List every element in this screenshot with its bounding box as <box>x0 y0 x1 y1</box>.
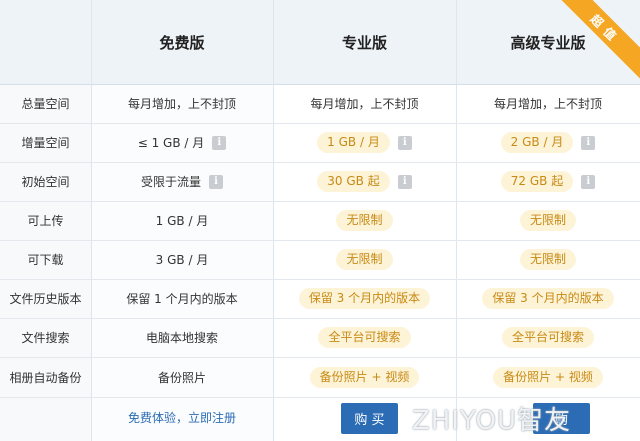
info-icon[interactable]: i <box>581 174 596 189</box>
watermark: ZHIYOU智友 <box>412 406 571 436</box>
row-label: 相册自动备份 <box>9 370 82 385</box>
premium-cell: 备份照片 + 视频 <box>456 357 640 397</box>
pro-cell: 保留 3 个月内的版本 <box>273 279 456 318</box>
free-cell: 电脑本地搜索 <box>91 318 273 357</box>
highlight-pill: 备份照片 + 视频 <box>493 366 603 388</box>
premium-cell: 保留 3 个月内的版本 <box>456 279 640 318</box>
highlight-pill: 30 GB 起 <box>317 171 390 192</box>
row-label: 增量空间 <box>21 136 70 150</box>
free-cell: 保留 1 个月内的版本 <box>91 279 273 318</box>
premium-cell: 无限制 <box>456 201 640 240</box>
cell-value: 1 GB / 月 <box>155 214 209 228</box>
info-icon[interactable]: i <box>397 135 412 150</box>
highlight-pill: 保留 3 个月内的版本 <box>298 288 431 309</box>
value-badge: 超值 <box>556 0 640 80</box>
premium-cell: 72 GB 起 i <box>456 162 640 201</box>
pro-cell: 1 GB / 月 i <box>273 123 456 162</box>
row-label: 初始空间 <box>21 175 70 189</box>
highlight-pill: 保留 3 个月内的版本 <box>482 288 614 309</box>
cell-value: 每月增加，上不封顶 <box>493 97 602 111</box>
highlight-pill: 1 GB / 月 <box>317 132 390 153</box>
cell-value: 每月增加，上不封顶 <box>127 97 236 111</box>
highlight-pill: 备份照片 + 视频 <box>309 366 420 388</box>
cell-value: 3 GB / 月 <box>155 253 209 267</box>
cell-value: 受限于流量 <box>140 175 201 189</box>
pro-buy-button[interactable]: 购 买 <box>341 403 398 434</box>
plan-header-pro: 专业版 <box>341 33 387 52</box>
free-cell: 备份照片 <box>91 357 273 397</box>
pro-cell: 每月增加，上不封顶 <box>273 84 456 123</box>
plan-header-free: 免费版 <box>159 33 205 52</box>
row-label: 可上传 <box>27 214 64 228</box>
highlight-pill: 72 GB 起 <box>500 171 574 192</box>
premium-cell: 全平台可搜索 <box>456 318 640 357</box>
highlight-pill: 无限制 <box>336 210 393 231</box>
pro-cell: 30 GB 起 i <box>273 162 456 201</box>
free-cell: 受限于流量 i <box>91 162 273 201</box>
free-cell: 1 GB / 月 <box>91 201 273 240</box>
row-label: 文件搜索 <box>21 331 70 345</box>
highlight-pill: 2 GB / 月 <box>500 132 574 153</box>
premium-cell: 2 GB / 月 i <box>456 123 640 162</box>
pricing-table: 免费版 专业版 高级专业版 超值 总量空间 每月增加，上不封顶 每月增加，上不封… <box>0 0 640 441</box>
info-icon[interactable]: i <box>581 135 596 150</box>
free-cell: ≤ 1 GB / 月 i <box>91 123 273 162</box>
info-icon[interactable]: i <box>209 174 223 189</box>
row-label: 文件历史版本 <box>9 292 82 306</box>
free-signup-link[interactable]: 免费体验，立即注册 <box>91 397 273 437</box>
value-ribbon: 超值 <box>556 0 640 84</box>
premium-cell: 无限制 <box>456 240 640 279</box>
row-label: 可下载 <box>27 253 64 267</box>
highlight-pill: 全平台可搜索 <box>318 327 411 348</box>
info-icon[interactable]: i <box>212 135 227 150</box>
cell-value: ≤ 1 GB / 月 <box>137 136 205 150</box>
cell-value: 保留 1 个月内的版本 <box>126 292 238 306</box>
highlight-pill: 无限制 <box>519 249 576 270</box>
premium-cell: 每月增加，上不封顶 <box>456 84 640 123</box>
pro-cell: 备份照片 + 视频 <box>273 357 456 397</box>
highlight-pill: 全平台可搜索 <box>501 327 594 348</box>
cell-value: 电脑本地搜索 <box>145 331 218 345</box>
row-label: 总量空间 <box>21 97 70 111</box>
free-cell: 3 GB / 月 <box>91 240 273 279</box>
cell-value: 每月增加，上不封顶 <box>310 97 419 111</box>
info-icon[interactable]: i <box>397 174 412 189</box>
pro-cell: 无限制 <box>273 240 456 279</box>
pro-cell: 无限制 <box>273 201 456 240</box>
free-cell: 每月增加，上不封顶 <box>91 84 273 123</box>
cell-value: 备份照片 <box>157 370 206 385</box>
highlight-pill: 无限制 <box>519 210 576 231</box>
highlight-pill: 无限制 <box>336 249 393 270</box>
pro-cell: 全平台可搜索 <box>273 318 456 357</box>
